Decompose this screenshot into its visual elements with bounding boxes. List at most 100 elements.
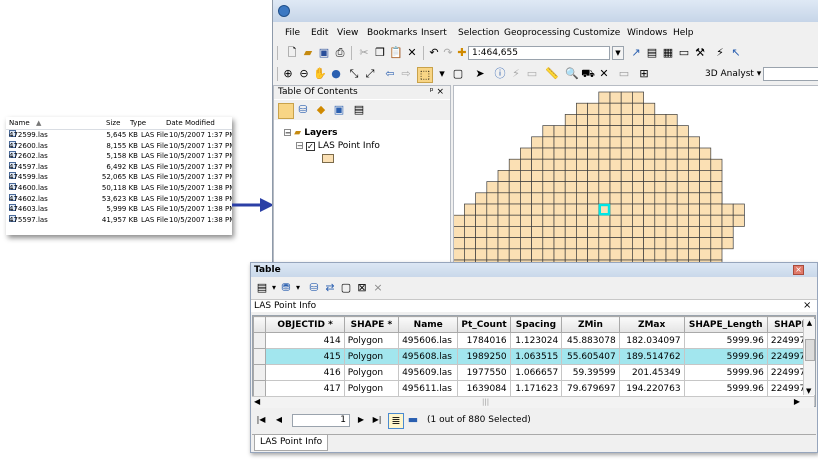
las-tile[interactable] xyxy=(620,136,633,149)
first-record-icon[interactable]: |◀ xyxy=(254,413,268,427)
scroll-grip-icon[interactable]: ||| xyxy=(482,398,489,406)
related-tables-dropdown-icon[interactable]: ▾ xyxy=(291,281,305,295)
python-icon[interactable]: ⚡ xyxy=(713,46,727,60)
las-tile[interactable] xyxy=(475,248,488,261)
tab-las-point-info[interactable]: LAS Point Info xyxy=(254,435,329,451)
las-tile[interactable] xyxy=(721,237,734,250)
las-tile[interactable] xyxy=(576,248,588,261)
las-tile[interactable] xyxy=(620,226,633,238)
cell-name[interactable]: 495608.las xyxy=(398,348,459,365)
las-tile[interactable] xyxy=(564,181,577,194)
las-tile[interactable] xyxy=(632,192,644,205)
las-tile[interactable] xyxy=(609,170,622,182)
las-tile[interactable] xyxy=(486,214,499,227)
las-tile[interactable] xyxy=(609,158,622,171)
las-tile[interactable] xyxy=(620,214,633,227)
cell-objectid[interactable]: 416 xyxy=(265,364,345,381)
cell-zmin[interactable]: 79.679697 xyxy=(561,380,620,397)
las-tile[interactable] xyxy=(598,248,611,261)
las-tile[interactable] xyxy=(654,248,667,261)
list-by-selection-icon[interactable]: ▣ xyxy=(332,103,346,117)
las-tile[interactable] xyxy=(632,102,644,115)
las-tile[interactable] xyxy=(643,203,656,216)
row-selector[interactable] xyxy=(253,380,267,397)
las-tile[interactable] xyxy=(520,192,532,205)
column-name[interactable]: Name xyxy=(398,316,459,333)
las-tile[interactable] xyxy=(576,170,588,182)
close-table-icon[interactable]: × xyxy=(803,299,811,312)
fixed-zoom-in-icon[interactable]: ⤡ xyxy=(347,67,361,81)
las-tile[interactable] xyxy=(665,192,678,205)
las-tile[interactable] xyxy=(643,248,656,261)
las-tile[interactable] xyxy=(643,136,656,149)
las-tile[interactable] xyxy=(454,226,465,238)
cell-name[interactable]: 495611.las xyxy=(398,380,459,397)
delete-selected-icon[interactable]: ⊠ xyxy=(355,281,369,295)
las-tile[interactable] xyxy=(632,91,644,104)
cell-zmax[interactable]: 194.220763 xyxy=(618,380,685,397)
las-tile[interactable] xyxy=(542,214,555,227)
las-tile[interactable] xyxy=(587,237,600,250)
cell-objectid[interactable]: 417 xyxy=(265,380,345,397)
file-row[interactable]: 474603.las 5,999 KB LAS File 10/5/2007 1:38… xyxy=(6,204,232,215)
menu-selection[interactable]: Selection xyxy=(458,28,499,38)
close-icon[interactable]: × xyxy=(793,265,804,275)
las-tile[interactable] xyxy=(699,237,712,250)
las-tile[interactable] xyxy=(609,147,622,160)
menu-customize[interactable]: Customize xyxy=(573,28,620,38)
las-tile[interactable] xyxy=(654,181,667,194)
create-viewer-window-icon[interactable]: ⊞ xyxy=(637,67,651,81)
scroll-thumb[interactable] xyxy=(805,339,815,361)
scroll-up-icon[interactable]: ▲ xyxy=(807,319,812,327)
list-by-visibility-icon[interactable]: ◆ xyxy=(314,103,328,117)
scroll-left-icon[interactable]: ◀ xyxy=(254,397,260,406)
las-tile[interactable] xyxy=(576,203,588,216)
select-dropdown-icon[interactable]: ▾ xyxy=(435,67,449,81)
las-tile[interactable] xyxy=(508,192,521,205)
cell-pt-count[interactable]: 1784016 xyxy=(457,332,511,349)
las-tile[interactable] xyxy=(654,136,667,149)
las-tile[interactable] xyxy=(620,248,633,261)
las-tile[interactable] xyxy=(643,226,656,238)
las-tile[interactable] xyxy=(688,248,700,261)
las-tile[interactable] xyxy=(475,214,488,227)
vertical-scrollbar[interactable]: ▲ ▼ xyxy=(803,319,815,395)
las-tile[interactable] xyxy=(598,91,611,104)
toc-options-icon[interactable]: ▤ xyxy=(352,103,366,117)
las-tile[interactable] xyxy=(564,203,577,216)
menu-file[interactable]: File xyxy=(285,28,300,38)
las-tile[interactable] xyxy=(542,158,555,171)
measure-icon[interactable]: 📏 xyxy=(545,67,559,81)
las-tile[interactable] xyxy=(553,136,566,149)
redo-icon[interactable]: ↷ xyxy=(441,46,455,60)
cell-zmax[interactable]: 182.034097 xyxy=(618,332,685,349)
cell-shape-length[interactable]: 5999.96 xyxy=(683,380,768,397)
las-tile[interactable] xyxy=(598,226,611,238)
las-tile[interactable] xyxy=(676,136,689,149)
las-tile[interactable] xyxy=(620,237,633,250)
las-tile[interactable] xyxy=(553,237,566,250)
las-tile[interactable] xyxy=(688,170,700,182)
las-tile[interactable] xyxy=(508,226,521,238)
las-tile[interactable] xyxy=(587,114,600,126)
las-tile[interactable] xyxy=(508,158,521,171)
las-tile[interactable] xyxy=(486,192,499,205)
cell-pt-count[interactable]: 1989250 xyxy=(457,348,511,365)
las-tile[interactable] xyxy=(464,237,476,250)
las-tile[interactable] xyxy=(464,203,476,216)
las-tile[interactable] xyxy=(676,214,689,227)
las-tile[interactable] xyxy=(508,181,521,194)
las-tile[interactable] xyxy=(654,114,667,126)
las-tile[interactable] xyxy=(620,181,633,194)
las-tile[interactable] xyxy=(587,226,600,238)
cell-spacing[interactable]: 1.123024 xyxy=(509,332,563,349)
menu-view[interactable]: View xyxy=(337,28,358,38)
las-tile[interactable] xyxy=(676,181,689,194)
layers-data-frame[interactable]: − ▰ Layers xyxy=(284,128,338,140)
next-record-icon[interactable]: ▶ xyxy=(354,413,368,427)
las-tile[interactable] xyxy=(486,203,499,216)
las-tile[interactable] xyxy=(520,226,532,238)
find-icon[interactable]: 🔍 xyxy=(565,67,579,81)
cell-shape[interactable]: Polygon xyxy=(343,348,400,365)
scroll-down-icon[interactable]: ▼ xyxy=(806,387,811,395)
